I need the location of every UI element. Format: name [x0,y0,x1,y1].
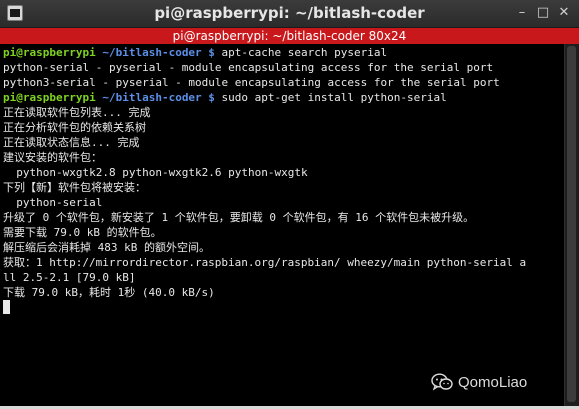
wechat-icon [431,373,453,391]
terminal-line [3,300,565,315]
output-text: 正在分析软件包的依赖关系树 [3,121,146,134]
command-text: sudo apt-get install python-serial [214,91,447,104]
output-text: 正在读取状态信息... 完成 [3,136,140,149]
output-text: python-serial [3,196,103,209]
maximize-button[interactable]: □ [535,5,551,21]
terminal-tab[interactable]: pi@raspberrypi: ~/bitlash-coder 80x24 [0,28,579,44]
terminal-line: 建议安装的软件包： [3,150,565,165]
terminal-line: 获取：1 http://mirrordirector.raspbian.org/… [3,255,565,270]
terminal-line: python-wxgtk2.8 python-wxgtk2.6 python-w… [3,165,565,180]
output-text: 建议安装的软件包： [3,151,102,164]
output-text: ll 2.5-2.1 [79.0 kB] [3,271,136,284]
prompt-user: pi@raspberrypi [3,91,96,104]
text-cursor [3,300,10,314]
tab-label: pi@raspberrypi: ~/bitlash-coder 80x24 [172,29,407,43]
window-title: pi@raspberrypi: ~/bitlash-coder [154,4,425,22]
terminal-line: 正在分析软件包的依赖关系树 [3,120,565,135]
terminal-line: python3-serial - pyserial - module encap… [3,75,565,90]
terminal-line: 下载 79.0 kB，耗时 1秒 (40.0 kB/s) [3,285,565,300]
output-text: 下列【新】软件包将被安装： [3,181,146,194]
terminal-window: pi@raspberrypi: ~/bitlash-coder – □ ✕ pi… [0,0,579,409]
terminal-line: python-serial - pyserial - module encaps… [3,60,565,75]
terminal-line: pi@raspberrypi ~/bitlash-coder $ sudo ap… [3,90,565,105]
terminal-line: 正在读取软件包列表... 完成 [3,105,565,120]
output-text: 升级了 0 个软件包，新安装了 1 个软件包，要卸载 0 个软件包，有 16 个… [3,211,475,224]
terminal-line: python-serial [3,195,565,210]
output-text: python-serial - pyserial - module encaps… [3,61,494,74]
scrollbar-thumb[interactable] [567,46,576,402]
output-text: python-wxgtk2.8 python-wxgtk2.6 python-w… [3,166,308,179]
terminal-line: 正在读取状态信息... 完成 [3,135,565,150]
output-text: python3-serial - pyserial - module encap… [3,76,500,89]
terminal-line: pi@raspberrypi ~/bitlash-coder $ apt-cac… [3,45,565,60]
watermark: QomoLiao [431,371,527,393]
terminal-line: 需要下载 79.0 kB 的软件包。 [3,225,565,240]
prompt-user: pi@raspberrypi [3,46,96,59]
output-text: 下载 79.0 kB，耗时 1秒 (40.0 kB/s) [3,286,215,299]
output-text: 正在读取软件包列表... 完成 [3,106,151,119]
command-text: apt-cache search pyserial [214,46,388,59]
terminal-line: 解压缩后会消耗掉 483 kB 的额外空间。 [3,240,565,255]
output-text: 获取：1 http://mirrordirector.raspbian.org/… [3,256,527,269]
output-text: 需要下载 79.0 kB 的软件包。 [3,226,162,239]
prompt-path: ~/bitlash-coder $ [102,46,215,59]
prompt-path: ~/bitlash-coder $ [102,91,215,104]
close-button[interactable]: ✕ [556,5,572,21]
terminal-line: 下列【新】软件包将被安装： [3,180,565,195]
watermark-text: QomoLiao [458,373,528,391]
minimize-button[interactable]: – [514,5,530,21]
output-text: 解压缩后会消耗掉 483 kB 的额外空间。 [3,241,210,254]
terminal-output[interactable]: pi@raspberrypi ~/bitlash-coder $ apt-cac… [0,44,565,406]
terminal-line: 升级了 0 个软件包，新安装了 1 个软件包，要卸载 0 个软件包，有 16 个… [3,210,565,225]
terminal-line: ll 2.5-2.1 [79.0 kB] [3,270,565,285]
title-bar[interactable]: pi@raspberrypi: ~/bitlash-coder – □ ✕ [0,0,579,28]
vertical-scrollbar[interactable] [564,44,579,406]
